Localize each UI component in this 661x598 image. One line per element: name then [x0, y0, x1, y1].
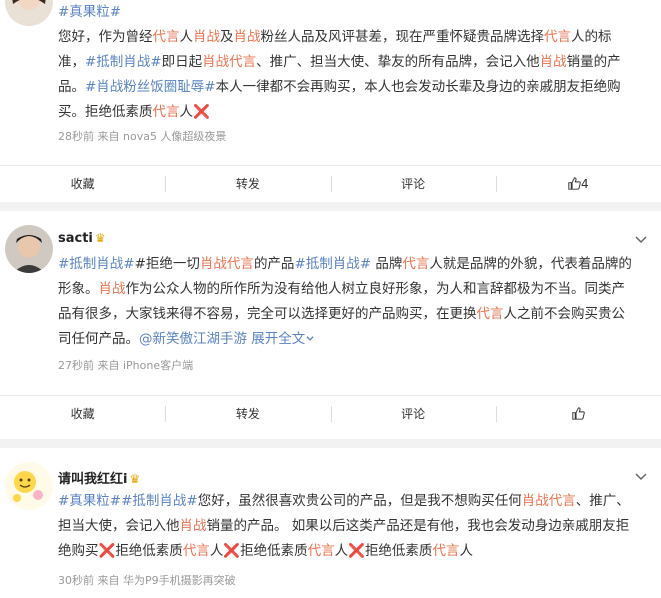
chevron-down-icon[interactable]: [633, 468, 649, 484]
comment-button[interactable]: 评论: [330, 396, 496, 432]
hashtag[interactable]: #真果粒#: [58, 4, 121, 20]
crown-icon: ♛: [129, 472, 141, 486]
repost-button[interactable]: 转发: [165, 166, 330, 202]
separator: [0, 439, 661, 448]
like-button[interactable]: 4: [495, 166, 661, 202]
username[interactable]: 请叫我红红i ♛: [58, 468, 140, 487]
post-text: #抵制肖战##拒绝一切肖战代言的产品#抵制肖战# 品牌代言人就是品牌的外貌，代表…: [58, 256, 632, 347]
hashtag[interactable]: #抵制肖战#: [121, 493, 198, 509]
favorite-button[interactable]: 收藏: [0, 166, 165, 202]
post-card-2: sacti ♛ #抵制肖战##拒绝一切肖战代言的产品#抵制肖战# 品牌代言人就是品…: [0, 211, 661, 439]
action-bar: 收藏 转发 评论: [0, 395, 661, 432]
username[interactable]: sacti ♛: [58, 231, 106, 246]
separator: [0, 202, 661, 211]
hashtag[interactable]: #肖战粉丝饭圈耻辱#: [85, 79, 216, 95]
comment-button[interactable]: 评论: [330, 166, 496, 202]
action-bar: 收藏 转发 评论 4: [0, 165, 661, 202]
chevron-down-icon[interactable]: [633, 231, 649, 247]
hashtag[interactable]: #真果粒#: [58, 493, 121, 509]
avatar[interactable]: [5, 462, 53, 510]
cross-icon: ❌: [223, 543, 241, 559]
post-text: #真果粒##抵制肖战#您好，虽然很喜欢贵公司的产品，但是我不想购买任何肖战代言、…: [58, 493, 630, 559]
hashtag[interactable]: #抵制肖战#: [294, 256, 371, 272]
post-card-1: #真果粒# 您好，作为曾经代言人肖战及肖战粉丝人品及风评甚差，现在严重怀疑贵品牌…: [0, 0, 661, 202]
cross-icon: ❌: [193, 104, 210, 120]
hashtag[interactable]: #抵制肖战#: [58, 256, 135, 272]
cross-icon: ❌: [348, 543, 365, 559]
post-meta: 28秒前 来自 nova5 人像超级夜景: [58, 130, 227, 143]
favorite-button[interactable]: 收藏: [0, 396, 165, 432]
like-button[interactable]: [495, 396, 661, 432]
repost-button[interactable]: 转发: [165, 396, 330, 432]
cross-icon: ❌: [98, 543, 116, 559]
hashtag[interactable]: #抵制肖战#: [85, 54, 162, 70]
post-card-3: 请叫我红红i ♛ #真果粒##抵制肖战#您好，虽然很喜欢贵公司的产品，但是我不想购…: [0, 448, 661, 598]
thumbs-up-icon: [568, 177, 581, 190]
chevron-down-icon: [306, 336, 314, 341]
thumbs-up-icon: [572, 407, 585, 420]
crown-icon: ♛: [94, 231, 106, 245]
mention-link[interactable]: @新笑傲江湖手游: [139, 331, 247, 347]
post-text: #真果粒# 您好，作为曾经代言人肖战及肖战粉丝人品及风评甚差，现在严重怀疑贵品牌…: [58, 4, 621, 120]
avatar[interactable]: [5, 0, 53, 26]
post-meta: 27秒前 来自 iPhone客户端: [58, 359, 194, 372]
avatar[interactable]: [5, 225, 53, 273]
like-count: 4: [581, 177, 589, 191]
expand-full-text-link[interactable]: 展开全文: [251, 331, 315, 347]
